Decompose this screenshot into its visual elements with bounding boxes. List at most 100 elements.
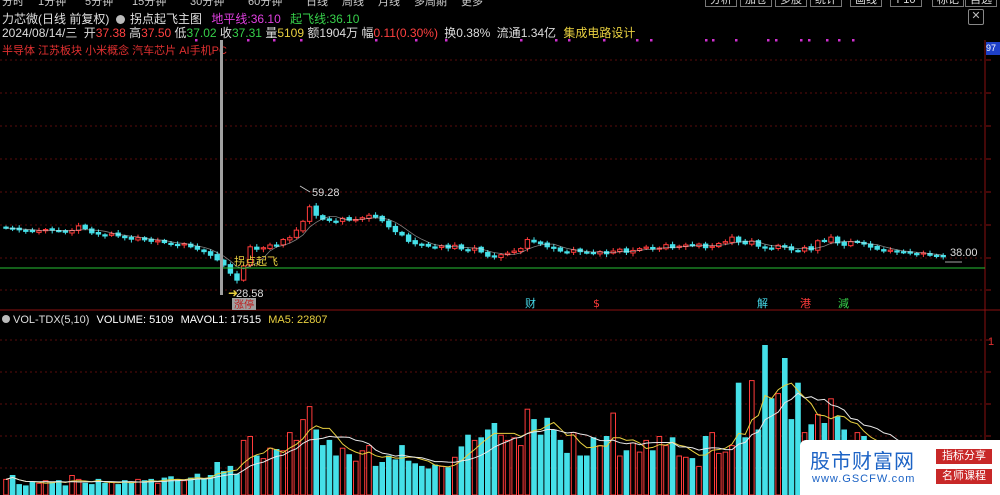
- volume-bar: [372, 465, 379, 495]
- candle-body: [498, 254, 504, 259]
- candle-body: [933, 254, 940, 257]
- candle-body: [254, 246, 260, 250]
- volume-bar: [260, 458, 267, 495]
- event-dot-20: [826, 39, 829, 42]
- high-marker-line: [299, 185, 311, 193]
- candle-body: [214, 254, 220, 261]
- volume-axis-label: 1: [988, 336, 994, 348]
- volume-bar: [722, 451, 729, 495]
- volume-bar: [320, 445, 326, 495]
- event-dot-7: [520, 39, 523, 42]
- volume-bar: [696, 465, 702, 495]
- candle-body: [405, 234, 412, 242]
- volume-bar: [650, 450, 656, 495]
- volume-bar: [280, 450, 286, 495]
- volume-bar: [709, 432, 716, 495]
- volume-bar: [214, 462, 220, 495]
- volume-bar: [174, 478, 181, 495]
- volume-bar: [610, 412, 617, 495]
- volume-bar: [56, 480, 62, 495]
- candle-body: [887, 249, 894, 252]
- ma5-label: MA5:: [268, 314, 294, 326]
- event-dot-13: [705, 39, 708, 42]
- volume-bar: [511, 437, 517, 495]
- volume-bar: [577, 455, 584, 495]
- event-dot-10: [603, 39, 606, 42]
- volume-bar: [597, 445, 603, 495]
- candle-body: [155, 240, 161, 243]
- volume-bar: [630, 442, 636, 495]
- candle-body: [729, 236, 735, 243]
- event-dot-2: [273, 39, 276, 42]
- volume-bar: [379, 462, 385, 495]
- volume-bar: [425, 468, 432, 495]
- candle-body: [432, 246, 438, 249]
- candle-body: [267, 244, 273, 249]
- candle-body: [722, 241, 729, 244]
- volume-bar: [267, 447, 273, 495]
- event-dot-3: [300, 39, 303, 42]
- volume-bar: [524, 408, 531, 495]
- candle-body: [306, 206, 313, 222]
- candle-body: [399, 231, 405, 236]
- event-marker-0: 财: [525, 296, 536, 310]
- volume-bar: [735, 382, 742, 495]
- price-ma-line: [5, 216, 944, 270]
- event-dot-9: [568, 39, 571, 42]
- ma5-value: 22807: [296, 314, 328, 326]
- volume-bar: [465, 434, 471, 495]
- volume-label: VOLUME:: [96, 314, 146, 326]
- rise-stop-label: 涨停: [234, 298, 254, 311]
- volume-bar: [234, 473, 240, 495]
- volume-bar: [676, 455, 683, 495]
- logo-url: www.GSCFW.com: [812, 473, 916, 485]
- volume-bar: [432, 464, 438, 495]
- candle-body: [313, 205, 319, 216]
- candle-body: [617, 248, 623, 252]
- candle-body: [485, 251, 491, 257]
- candle-body: [287, 237, 293, 241]
- candle-body: [874, 245, 880, 250]
- candle-body: [735, 236, 742, 243]
- candle-body: [768, 247, 775, 250]
- mavol1-value: 17515: [230, 314, 262, 326]
- logo-badge-course: 名师课程: [936, 469, 992, 484]
- volume-bar: [438, 465, 445, 495]
- candle-body: [419, 243, 425, 246]
- volume-bar: [201, 478, 207, 495]
- volume-bar: [788, 419, 795, 495]
- volume-bar: [155, 482, 161, 495]
- volume-bar: [551, 429, 557, 495]
- candle-body: [848, 241, 854, 247]
- event-dot-19: [808, 39, 811, 42]
- event-dot-21: [838, 39, 841, 42]
- event-dot-1: [247, 39, 250, 42]
- candle-body: [841, 241, 847, 246]
- candle-body: [537, 241, 544, 245]
- event-dot-8: [555, 39, 558, 42]
- chart-canvas[interactable]: 59.28➜28.58拐点起飞涨停38.00财 $ 解港減 1: [0, 0, 1000, 495]
- candle-body: [511, 250, 517, 253]
- watermark-logo: 股市财富网 www.GSCFW.com 指标分享 名师课程: [800, 440, 1000, 495]
- candle-body: [135, 237, 141, 241]
- event-dot-5: [415, 39, 418, 42]
- candle-body: [881, 249, 887, 252]
- volume-bar: [412, 463, 418, 495]
- volume-bar: [359, 450, 366, 495]
- volume-bar: [306, 406, 313, 495]
- candle-body: [392, 225, 399, 233]
- volume-bar: [36, 482, 42, 495]
- volume-indicator-header: VOL-TDX(5,10) VOLUME: 5109 MAVOL1: 17515…: [2, 314, 328, 326]
- volume-bar: [346, 454, 352, 495]
- volume-settings-icon[interactable]: [2, 315, 10, 323]
- volume-bar: [702, 436, 709, 495]
- crosshair-cursor: [220, 40, 223, 295]
- candle-body: [643, 246, 649, 249]
- logo-text: 股市财富网: [810, 449, 915, 473]
- volume-current: 5109: [149, 314, 174, 326]
- volume-indicator-name[interactable]: VOL-TDX(5,10): [13, 314, 89, 326]
- volume-bar: [300, 419, 306, 495]
- candle-body: [108, 233, 115, 236]
- event-dot-0: [195, 39, 198, 42]
- candle-body: [795, 250, 801, 253]
